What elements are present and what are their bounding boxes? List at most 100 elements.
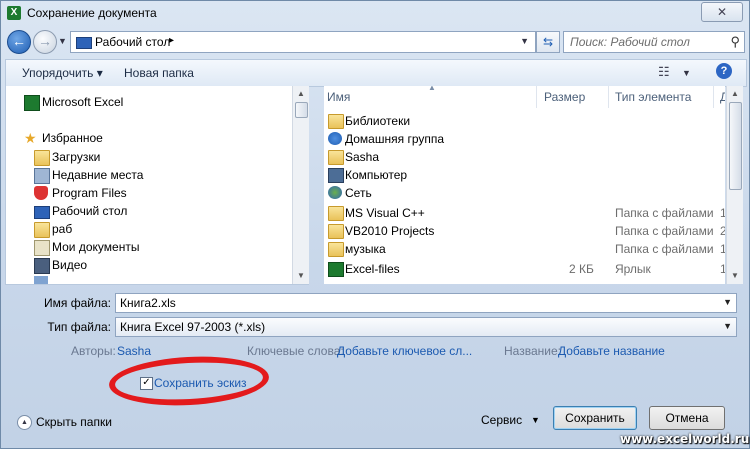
documents-icon [34,240,50,256]
file-list-scrollbar[interactable]: ▲ ▼ [726,86,743,284]
cancel-button[interactable]: Отмена [649,406,725,430]
computer-icon [328,168,344,183]
address-dropdown[interactable]: ▼ [520,36,529,46]
shield-icon [34,186,48,200]
address-bar[interactable]: Рабочий стол ▸ ▼ [70,31,536,53]
nav-item-label: Microsoft Excel [42,95,124,109]
recent-places-icon [34,168,50,184]
address-location[interactable]: Рабочий стол [95,35,170,49]
sort-ascending-icon: ▲ [428,86,436,92]
authors-field[interactable]: Sasha [117,344,151,358]
list-item[interactable]: Библиотеки [324,112,725,130]
scroll-thumb[interactable] [295,102,308,118]
item-date: 1 [720,262,725,276]
hide-folders-button[interactable]: Скрыть папки [36,415,112,429]
item-name: Домашняя группа [345,132,445,146]
close-button[interactable]: ✕ [701,2,743,22]
dialog-title: Сохранение документа [27,6,157,20]
item-date: 2 [720,224,725,238]
scroll-down-icon[interactable]: ▼ [728,269,742,283]
nav-pane-scrollbar[interactable]: ▲ ▼ [292,86,309,284]
desktop-icon [34,206,50,219]
nav-item-label: Видео [52,258,88,272]
column-header-size[interactable]: Размер [544,90,585,104]
item-type: Папка с файлами [615,206,714,220]
column-header-date[interactable]: Д [720,90,725,104]
filetype-select[interactable]: Книга Excel 97-2003 (*.xls) ▼ [115,317,737,337]
scroll-thumb[interactable] [729,102,742,190]
list-item[interactable]: Компьютер [324,166,725,184]
list-item[interactable]: MS Visual C++ Папка с файлами 1 [324,204,725,222]
breadcrumb-arrow[interactable]: ▸ [169,35,174,46]
libraries-icon [328,114,344,129]
item-size: 2 КБ [569,262,594,276]
nav-item-label: Program Files [52,186,127,200]
item-type: Папка с файлами [615,224,714,238]
list-item[interactable]: Домашняя группа [324,130,725,148]
authors-label: Авторы: [71,344,116,358]
filename-field[interactable]: Книга2.xls ▼ [115,293,737,313]
network-icon [328,186,342,199]
watermark-text: www.excelworld.ru [620,432,750,446]
nav-item-label: Рабочий стол [52,204,128,218]
excel-icon [24,95,40,111]
organize-button[interactable]: Упорядочить ▾ [22,66,103,80]
item-date: 1 [720,242,725,256]
shortcut-icon [328,262,344,277]
search-icon[interactable]: ⚲ [730,34,740,50]
search-placeholder: Поиск: Рабочий стол [570,35,690,49]
doc-title-field[interactable]: Добавьте название [558,344,665,358]
column-divider[interactable] [713,86,714,108]
column-divider[interactable] [536,86,537,108]
column-header-name[interactable]: Имя [327,90,350,104]
downloads-icon [34,150,50,166]
nav-item-label: Мои документы [52,240,140,254]
item-name: музыка [345,242,386,256]
library-icon [34,276,48,284]
list-item[interactable]: VB2010 Projects Папка с файлами 2 [324,222,725,240]
organize-label: Упорядочить [22,66,94,80]
chevron-down-icon[interactable]: ▼ [723,321,732,331]
refresh-button[interactable]: ⇆ [536,31,560,53]
help-icon[interactable]: ? [716,63,732,79]
tools-dropdown-icon[interactable]: ▼ [531,415,540,425]
chevron-up-icon[interactable]: ▲ [17,415,32,430]
column-divider[interactable] [608,86,609,108]
list-item[interactable]: Excel-files 2 КБ Ярлык 1 [324,260,725,278]
item-type: Папка с файлами [615,242,714,256]
view-options-icon[interactable]: ☷ [658,64,670,80]
nav-item-label: Загрузки [52,150,101,164]
item-name: MS Visual C++ [345,206,425,220]
save-button[interactable]: Сохранить [553,406,637,430]
list-item[interactable]: музыка Папка с файлами 1 [324,240,725,258]
list-item[interactable]: Sasha [324,148,725,166]
new-folder-button[interactable]: Новая папка [124,66,194,80]
doc-title-label: Название: [504,344,561,358]
star-icon: ★ [24,130,37,146]
save-dialog-window: X Сохранение документа ✕ ← → ▼ Рабочий с… [0,0,750,449]
forward-button[interactable]: → [33,30,57,54]
navigation-pane: Microsoft Excel ★ Избранное Загрузки Нед… [5,86,309,285]
recent-pages-dropdown[interactable]: ▼ [58,36,67,46]
keywords-field[interactable]: Добавьте ключевое сл... [337,344,472,358]
excel-icon: X [7,6,21,20]
scroll-up-icon[interactable]: ▲ [728,87,742,101]
view-dropdown[interactable]: ▼ [682,68,691,78]
scroll-down-icon[interactable]: ▼ [294,269,308,283]
chevron-down-icon[interactable]: ▼ [723,297,732,307]
search-input[interactable]: Поиск: Рабочий стол ⚲ [563,31,745,53]
tools-button[interactable]: Сервис [481,413,522,427]
command-bar: Упорядочить ▾ Новая папка ☷ ▼ ? [5,59,747,87]
keywords-label: Ключевые слова: [247,344,344,358]
folder-icon [328,206,344,221]
item-name: Сеть [345,186,372,200]
item-name: Компьютер [345,168,408,182]
user-folder-icon [328,150,344,165]
red-highlight-ellipse [107,352,271,410]
filetype-label: Тип файла: [47,320,111,334]
column-header-type[interactable]: Тип элемента [615,90,691,104]
list-item[interactable]: Сеть [324,184,725,202]
back-button[interactable]: ← [7,30,31,54]
nav-item-label: Избранное [42,131,103,145]
scroll-up-icon[interactable]: ▲ [294,87,308,101]
